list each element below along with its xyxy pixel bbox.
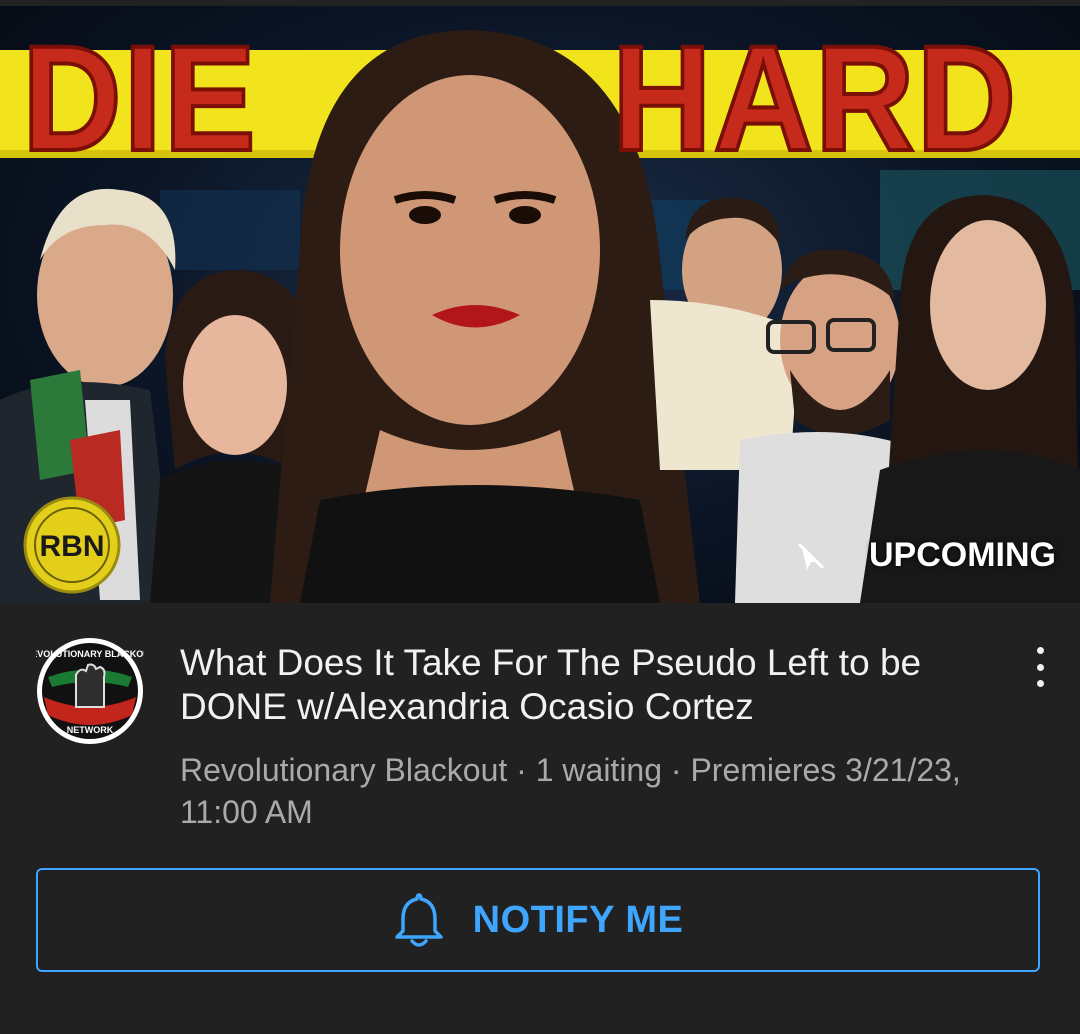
thumbnail-headline-left: DIE <box>20 14 258 182</box>
notify-me-button[interactable]: NOTIFY ME <box>36 868 1040 972</box>
video-title[interactable]: What Does It Take For The Pseudo Left to… <box>180 641 980 729</box>
bell-icon <box>394 893 443 947</box>
more-dot <box>1036 647 1044 654</box>
upcoming-label: UPCOMING <box>869 536 1056 574</box>
channel-avatar[interactable]: REVOLUTIONARY BLACKOUT NETWORK <box>36 637 144 745</box>
video-thumbnail[interactable]: DIE HARD RBN UPCOMING <box>0 0 1080 603</box>
rbn-logo: RBN <box>23 496 121 594</box>
upcoming-badge: UPCOMING <box>795 536 1056 575</box>
more-dot <box>1036 680 1044 687</box>
svg-text:RBN: RBN <box>40 530 105 563</box>
more-dot <box>1036 663 1044 671</box>
avatar-text-top: REVOLUTIONARY BLACKOUT <box>36 649 144 659</box>
video-meta: Revolutionary Blackout · 1 waiting · Pre… <box>180 752 961 830</box>
notify-me-label: NOTIFY ME <box>472 898 684 941</box>
no-live-icon <box>797 542 825 570</box>
avatar-text-bottom: NETWORK <box>67 725 114 735</box>
more-options-icon[interactable] <box>1028 647 1052 687</box>
thumbnail-headline-right: HARD <box>610 14 1019 182</box>
